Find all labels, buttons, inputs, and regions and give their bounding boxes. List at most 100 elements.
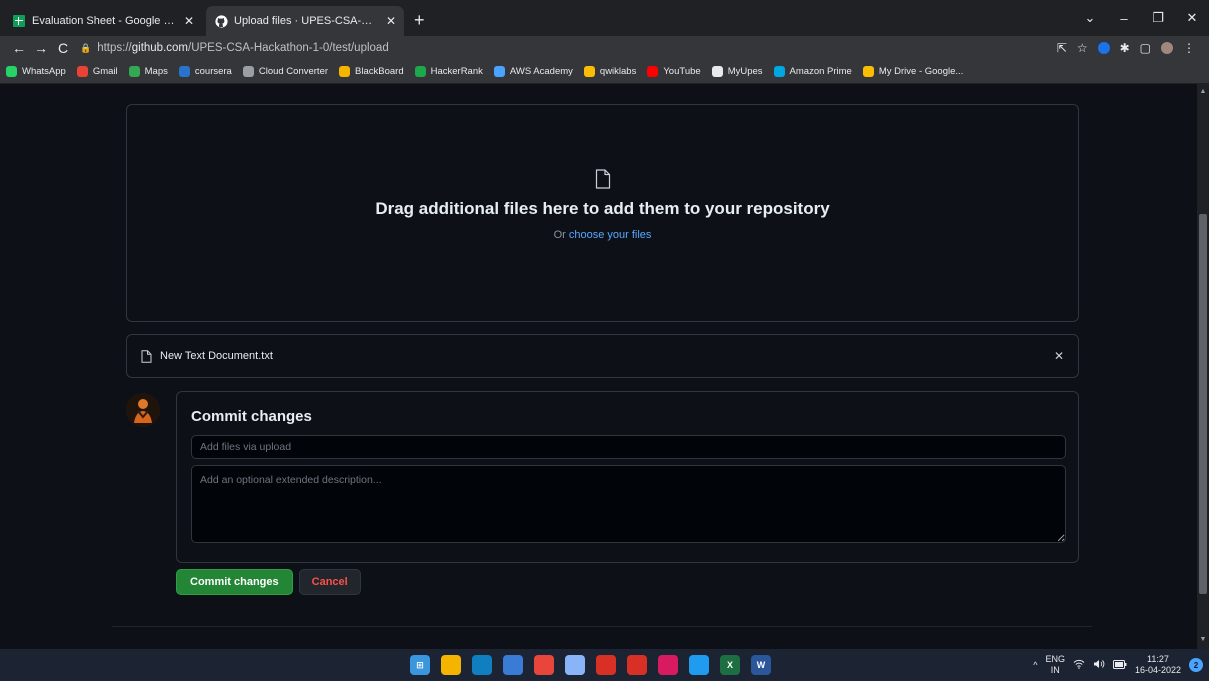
bookmark-label: Gmail bbox=[92, 66, 118, 77]
bookmark-item[interactable]: Maps bbox=[128, 66, 168, 77]
close-window-button[interactable]: ✕ bbox=[1175, 10, 1209, 26]
bookmark-item[interactable]: qwiklabs bbox=[583, 66, 637, 77]
bookmark-item[interactable]: coursera bbox=[178, 66, 232, 77]
address-bar[interactable]: 🔒 https://github.com/UPES-CSA-Hackathon-… bbox=[80, 38, 1057, 58]
bookmark-favicon-icon bbox=[76, 66, 88, 77]
bookmark-favicon-icon bbox=[773, 66, 785, 77]
tab-title: Upload files · UPES-CSA-Hackath bbox=[234, 15, 380, 27]
taskbar-app-6-icon[interactable] bbox=[565, 655, 585, 675]
taskbar-word-icon[interactable]: W bbox=[751, 655, 771, 675]
commit-actions: Commit changes Cancel bbox=[176, 569, 361, 595]
clock-date: 16-04-2022 bbox=[1134, 665, 1181, 675]
windows-taskbar: ⊞ X W ^ ENG IN 11:27 16-04-2022 2 bbox=[0, 649, 1209, 681]
back-button[interactable]: ← bbox=[8, 40, 30, 56]
extensions-puzzle-icon[interactable]: ✱ bbox=[1120, 41, 1130, 55]
taskbar-start-icon[interactable]: ⊞ bbox=[410, 655, 430, 675]
avatar[interactable] bbox=[126, 393, 160, 427]
bookmark-label: Maps bbox=[144, 66, 168, 77]
bookmark-item[interactable]: My Drive - Google... bbox=[862, 66, 963, 77]
page-scrollbar[interactable]: ▲ ▼ bbox=[1197, 84, 1209, 649]
drop-zone-subtitle: Or choose your files bbox=[554, 229, 652, 241]
tab-upload-files[interactable]: Upload files · UPES-CSA-Hackath ✕ bbox=[206, 6, 404, 36]
taskbar-edge-icon[interactable] bbox=[472, 655, 492, 675]
tray-overflow-icon[interactable]: ^ bbox=[1033, 660, 1037, 670]
tab-evaluation-sheet[interactable]: Evaluation Sheet - Google Sheets ✕ bbox=[4, 6, 202, 36]
minimize-button[interactable]: – bbox=[1107, 11, 1141, 26]
bookmark-label: WhatsApp bbox=[22, 66, 66, 77]
tab-strip: Evaluation Sheet - Google Sheets ✕ Uploa… bbox=[0, 0, 1209, 36]
remove-file-icon[interactable]: ✕ bbox=[1054, 349, 1064, 363]
reload-button[interactable]: C bbox=[52, 40, 74, 56]
commit-changes-button[interactable]: Commit changes bbox=[176, 569, 293, 595]
language-indicator[interactable]: ENG IN bbox=[1045, 654, 1065, 676]
new-tab-button[interactable]: + bbox=[414, 10, 425, 31]
bookmark-item[interactable]: Amazon Prime bbox=[773, 66, 852, 77]
menu-kebab-icon[interactable]: ⋮ bbox=[1183, 41, 1195, 55]
forward-button[interactable]: → bbox=[30, 40, 52, 56]
file-drop-zone[interactable]: Drag additional files here to add them t… bbox=[126, 104, 1079, 322]
bookmarks-bar: WhatsApp Gmail Maps coursera Cloud Converter… bbox=[0, 60, 1209, 84]
cancel-button[interactable]: Cancel bbox=[298, 569, 361, 595]
drop-zone-title: Drag additional files here to add them t… bbox=[375, 199, 830, 218]
extension-icon[interactable] bbox=[1097, 42, 1110, 54]
tab-close-icon[interactable]: ✕ bbox=[386, 14, 396, 28]
clock[interactable]: 11:27 16-04-2022 bbox=[1135, 654, 1181, 676]
commit-summary-input[interactable] bbox=[191, 435, 1066, 459]
taskbar-file-explorer-icon[interactable] bbox=[441, 655, 461, 675]
bookmark-item[interactable]: Gmail bbox=[76, 66, 118, 77]
taskbar-chrome-icon[interactable] bbox=[534, 655, 554, 675]
language-code: ENG bbox=[1045, 654, 1065, 664]
commit-heading: Commit changes bbox=[191, 408, 312, 425]
or-text: Or bbox=[553, 229, 566, 241]
notification-badge[interactable]: 2 bbox=[1189, 658, 1203, 672]
uploaded-file-row: New Text Document.txt ✕ bbox=[126, 334, 1079, 378]
wifi-icon[interactable] bbox=[1073, 659, 1085, 671]
bookmark-item[interactable]: MyUpes bbox=[711, 66, 763, 77]
taskbar-store-icon[interactable] bbox=[503, 655, 523, 675]
tab-close-icon[interactable]: ✕ bbox=[184, 14, 194, 28]
scroll-thumb[interactable] bbox=[1199, 214, 1207, 594]
taskbar-acrobat-icon[interactable] bbox=[596, 655, 616, 675]
toolbar-actions: ⇱ ☆ ✱ ▢ ⋮ bbox=[1057, 41, 1195, 55]
commit-description-input[interactable] bbox=[191, 465, 1066, 543]
file-name: New Text Document.txt bbox=[160, 350, 273, 362]
share-icon[interactable]: ⇱ bbox=[1057, 41, 1067, 55]
bookmark-item[interactable]: HackerRank bbox=[414, 66, 483, 77]
bookmark-favicon-icon bbox=[583, 66, 595, 77]
bookmark-item[interactable]: WhatsApp bbox=[6, 66, 66, 77]
bookmark-item[interactable]: Cloud Converter bbox=[242, 66, 328, 77]
bookmark-label: MyUpes bbox=[727, 66, 763, 77]
commit-form: Commit changes bbox=[176, 391, 1079, 563]
bookmark-favicon-icon bbox=[862, 66, 874, 77]
volume-icon[interactable] bbox=[1093, 659, 1105, 671]
taskbar-app-9-icon[interactable] bbox=[658, 655, 678, 675]
bookmark-favicon-icon bbox=[6, 66, 17, 77]
bookmark-item[interactable]: BlackBoard bbox=[339, 66, 404, 77]
scroll-down-icon[interactable]: ▼ bbox=[1199, 636, 1207, 643]
restore-button[interactable]: ❐ bbox=[1141, 10, 1175, 26]
taskbar-excel-icon[interactable]: X bbox=[720, 655, 740, 675]
taskbar-vscode-icon[interactable] bbox=[689, 655, 709, 675]
battery-icon[interactable] bbox=[1112, 659, 1127, 671]
bookmark-star-icon[interactable]: ☆ bbox=[1077, 41, 1088, 55]
scroll-up-icon[interactable]: ▲ bbox=[1199, 88, 1207, 95]
bookmark-label: BlackBoard bbox=[355, 66, 404, 77]
bookmark-favicon-icon bbox=[339, 66, 351, 77]
tab-search-icon[interactable]: ⌄ bbox=[1073, 10, 1107, 26]
tab-title: Evaluation Sheet - Google Sheets bbox=[32, 15, 178, 27]
bookmark-item[interactable]: AWS Academy bbox=[493, 66, 573, 77]
bookmark-label: qwiklabs bbox=[599, 66, 637, 77]
lock-icon[interactable]: 🔒 bbox=[80, 43, 91, 54]
choose-files-link[interactable]: choose your files bbox=[569, 229, 652, 241]
profile-avatar[interactable] bbox=[1161, 42, 1173, 54]
file-icon bbox=[595, 169, 610, 189]
bookmark-favicon-icon bbox=[493, 66, 505, 77]
github-icon bbox=[214, 14, 228, 28]
region-code: IN bbox=[1050, 665, 1060, 675]
bookmark-favicon-icon bbox=[242, 66, 254, 77]
bookmark-label: Amazon Prime bbox=[789, 66, 852, 77]
taskbar-app-8-icon[interactable] bbox=[627, 655, 647, 675]
bookmark-item[interactable]: YouTube bbox=[647, 66, 701, 77]
url-host: github.com bbox=[131, 42, 189, 54]
side-panel-icon[interactable]: ▢ bbox=[1140, 41, 1151, 55]
